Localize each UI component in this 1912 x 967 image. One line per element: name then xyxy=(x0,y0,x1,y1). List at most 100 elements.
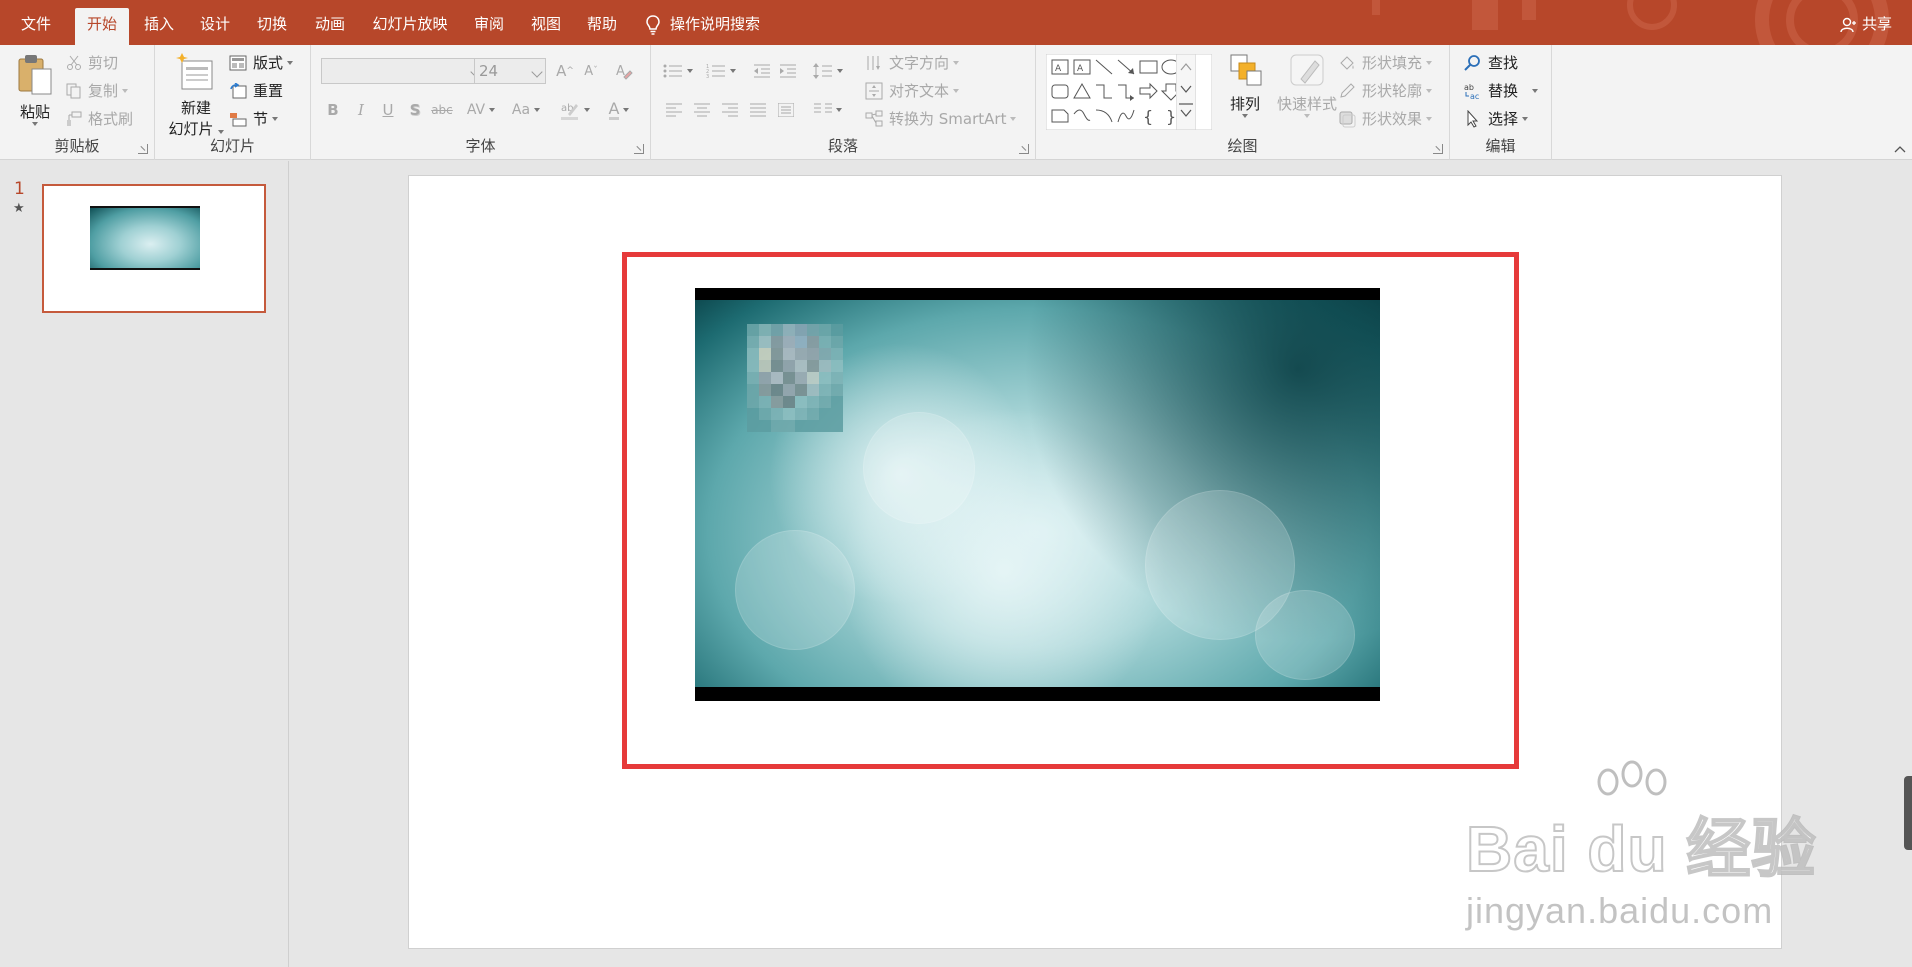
tab-animations[interactable]: 动画 xyxy=(307,8,353,45)
shape-outline-button[interactable]: 形状轮廓 xyxy=(1338,78,1433,104)
font-color-button[interactable]: A xyxy=(599,97,639,123)
shape-effects-button[interactable]: 形状效果 xyxy=(1338,106,1433,132)
clipboard-launcher-icon[interactable] xyxy=(138,144,148,154)
tab-slideshow[interactable]: 幻灯片放映 xyxy=(364,8,456,45)
paw-logo xyxy=(1597,760,1667,796)
svg-text:ac: ac xyxy=(1470,92,1479,100)
tab-home[interactable]: 开始 xyxy=(75,8,129,45)
bold-button[interactable]: B xyxy=(320,97,346,123)
tell-me-search[interactable]: 操作说明搜索 xyxy=(646,8,760,41)
font-size-combo[interactable]: 24 xyxy=(474,58,546,84)
slide-number: 1 xyxy=(14,179,25,199)
text-direction-button[interactable]: 文字方向 xyxy=(865,50,960,76)
drawing-launcher-icon[interactable] xyxy=(1433,144,1443,154)
arrange-button[interactable]: 排列 xyxy=(1220,51,1270,118)
clipboard-group-label: 剪贴板 xyxy=(54,137,100,155)
line-spacing-icon xyxy=(813,63,832,79)
shrink-font-icon: A xyxy=(584,63,594,79)
columns-button[interactable] xyxy=(811,97,845,123)
find-button[interactable]: 查找 xyxy=(1464,50,1518,76)
replace-button[interactable]: ab ac 替换 xyxy=(1464,78,1539,104)
copy-label: 复制 xyxy=(88,82,119,100)
reset-button[interactable]: 重置 xyxy=(229,78,283,104)
select-button[interactable]: 选择 xyxy=(1464,106,1529,132)
line-spacing-button[interactable] xyxy=(811,58,845,84)
grow-font-button[interactable]: A ^ xyxy=(552,58,578,84)
bokeh-circle xyxy=(735,530,855,650)
distributed-button[interactable] xyxy=(773,97,799,123)
underline-button[interactable]: U xyxy=(375,97,401,123)
collapse-ribbon-icon[interactable] xyxy=(1894,145,1906,153)
tab-design[interactable]: 设计 xyxy=(192,8,238,45)
increase-indent-button[interactable] xyxy=(775,58,801,84)
strikethrough-button[interactable]: abc xyxy=(429,97,455,123)
video-frame xyxy=(695,300,1380,687)
paste-button[interactable]: 粘贴 xyxy=(12,53,58,126)
gallery-scroll[interactable] xyxy=(1176,54,1196,130)
tab-help[interactable]: 帮助 xyxy=(579,8,625,45)
paragraph-group-label: 段落 xyxy=(827,137,858,155)
vertical-scrollbar-thumb[interactable] xyxy=(1904,776,1912,850)
animation-star-icon: ★ xyxy=(13,201,25,216)
shrink-font-button[interactable]: Aˇ xyxy=(578,58,604,84)
tab-transitions[interactable]: 切换 xyxy=(249,8,295,45)
slide-thumbnail[interactable] xyxy=(42,184,266,313)
format-painter-button[interactable]: 格式刷 xyxy=(66,106,133,132)
replace-icon: abac xyxy=(1464,83,1479,100)
grow-font-icon: A xyxy=(556,62,567,80)
layout-button[interactable]: 版式 xyxy=(229,50,294,76)
convert-smartart-button[interactable]: 转换为 SmartArt xyxy=(865,106,1017,132)
share-button[interactable]: 共享 xyxy=(1840,8,1892,41)
align-left-icon xyxy=(666,103,682,117)
font-color-icon: A xyxy=(608,98,620,120)
bokeh-circle xyxy=(1255,590,1355,680)
menu-bar: 文件 开始 插入 设计 切换 动画 幻灯片放映 审阅 视图 帮助 操作说明搜索 … xyxy=(0,0,1912,45)
highlight-color-button[interactable]: ab xyxy=(555,97,595,123)
align-right-button[interactable] xyxy=(717,97,743,123)
decorative-pattern xyxy=(1372,0,1889,45)
search-label: 操作说明搜索 xyxy=(670,15,761,33)
bullets-button[interactable] xyxy=(661,58,695,84)
quick-styles-button[interactable]: 快速样式 xyxy=(1272,51,1342,118)
baidu-jingyan-watermark: Bai du 经验 jingyan.baidu.com xyxy=(1465,760,1816,932)
scissors-icon xyxy=(67,55,81,70)
decrease-indent-button[interactable] xyxy=(749,58,775,84)
convert-smartart-label: 转换为 SmartArt xyxy=(889,110,1007,128)
tab-view[interactable]: 视图 xyxy=(523,8,569,45)
change-case-button[interactable]: Aa xyxy=(507,97,545,123)
italic-button[interactable]: I xyxy=(348,97,374,123)
copy-icon xyxy=(66,83,81,99)
justify-button[interactable] xyxy=(745,97,771,123)
quick-styles-dropdown-arrow xyxy=(1272,114,1342,118)
font-name-combo[interactable] xyxy=(321,58,485,84)
align-text-button[interactable]: 对齐文本 xyxy=(865,78,960,104)
numbering-button[interactable]: 123 xyxy=(703,58,739,84)
font-launcher-icon[interactable] xyxy=(634,144,644,154)
tab-file[interactable]: 文件 xyxy=(10,8,62,45)
distributed-icon xyxy=(778,103,794,117)
text-direction-label: 文字方向 xyxy=(889,54,950,72)
section-button[interactable]: 节 xyxy=(229,106,279,132)
shape-fill-button[interactable]: 形状填充 xyxy=(1338,50,1433,76)
eraser-icon: A xyxy=(616,64,633,80)
format-painter-icon xyxy=(67,111,82,126)
shape-effects-icon xyxy=(1339,111,1356,128)
align-left-button[interactable] xyxy=(661,97,687,123)
shape-effects-label: 形状效果 xyxy=(1362,110,1423,128)
paragraph-launcher-icon[interactable] xyxy=(1019,144,1029,154)
tab-insert[interactable]: 插入 xyxy=(136,8,182,45)
columns-icon xyxy=(814,103,832,113)
layout-icon xyxy=(229,55,247,71)
ribbon: 粘贴 剪切 复制 格式刷 剪贴板 新建 幻灯片 版式 重置 节 幻灯片 24 A… xyxy=(0,45,1912,160)
embedded-video[interactable] xyxy=(695,288,1380,701)
change-case-icon: Aa xyxy=(511,102,531,118)
new-slide-button[interactable]: 新建 幻灯片 xyxy=(165,51,227,139)
copy-button[interactable]: 复制 xyxy=(66,78,129,104)
character-spacing-button[interactable]: AV xyxy=(461,97,501,123)
shadow-button[interactable]: S xyxy=(402,97,428,123)
tab-review[interactable]: 审阅 xyxy=(466,8,512,45)
quick-styles-label: 快速样式 xyxy=(1276,95,1337,113)
cut-button[interactable]: 剪切 xyxy=(66,50,118,76)
clear-formatting-button[interactable]: A xyxy=(611,58,637,84)
align-center-button[interactable] xyxy=(689,97,715,123)
